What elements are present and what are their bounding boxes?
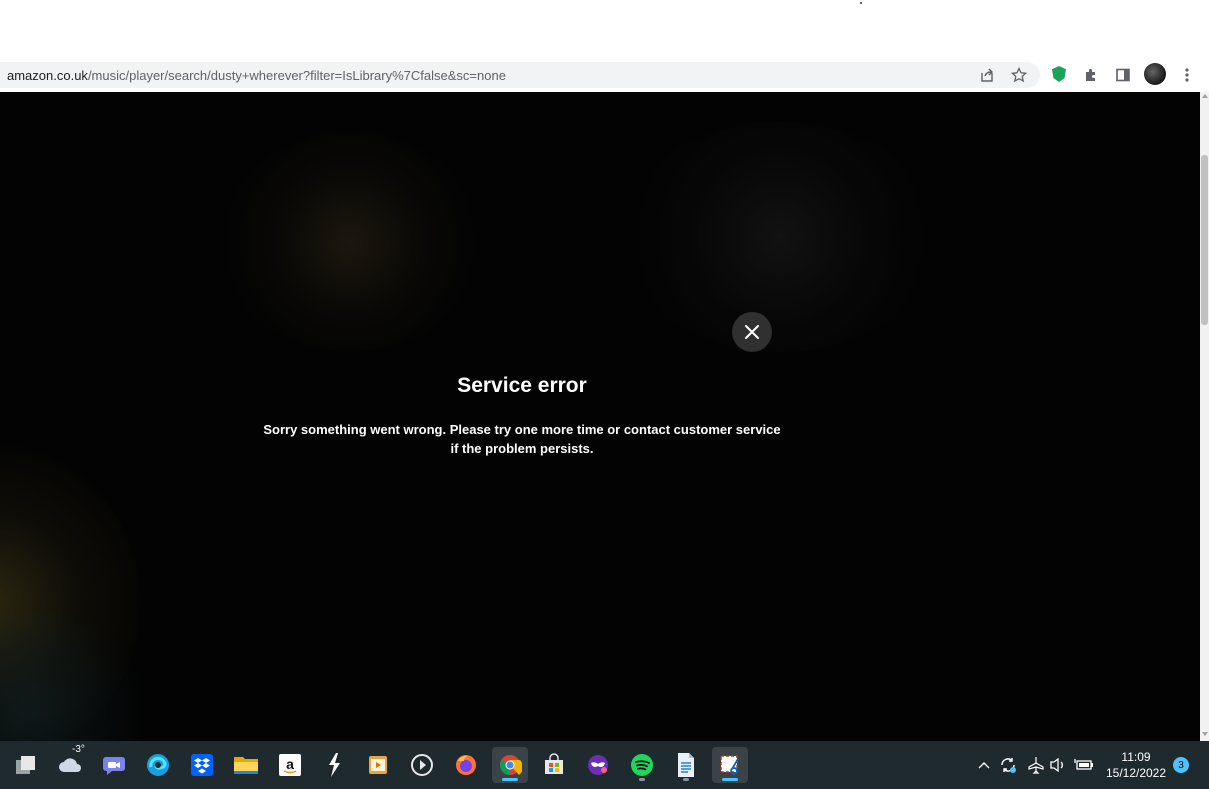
- notepad-document-icon[interactable]: [668, 747, 704, 783]
- file-explorer-icon[interactable]: [228, 747, 264, 783]
- amazon-icon[interactable]: a: [272, 747, 308, 783]
- task-view-icon[interactable]: [8, 747, 44, 783]
- star-icon[interactable]: [1008, 64, 1030, 86]
- error-message-line: Sorry something went wrong. Please try o…: [263, 422, 781, 437]
- error-message-line: if the problem persists.: [450, 441, 594, 456]
- scrollbar-thumb[interactable]: [1201, 155, 1208, 325]
- battery-charging-icon[interactable]: [1072, 741, 1096, 789]
- notification-count-badge[interactable]: 3: [1173, 757, 1189, 773]
- error-message: Sorry something went wrong. Please try o…: [262, 420, 782, 458]
- microsoft-store-icon[interactable]: [536, 747, 572, 783]
- stray-dot: [860, 2, 862, 4]
- running-app-indicator: [683, 778, 689, 781]
- screen: amazon.co.uk/music/player/search/dusty+w…: [0, 0, 1209, 789]
- clock-date: 15/12/2022: [1105, 766, 1167, 780]
- volume-icon[interactable]: [1047, 741, 1069, 789]
- firefox-icon[interactable]: [448, 747, 484, 783]
- running-app-indicator: [722, 778, 738, 781]
- chrome-icon[interactable]: [492, 747, 528, 783]
- lightning-app-icon[interactable]: [316, 747, 352, 783]
- clock-time: 11:09: [1121, 750, 1151, 764]
- weather-temperature: -3°: [72, 744, 85, 755]
- address-bar[interactable]: amazon.co.uk/music/player/search/dusty+w…: [0, 62, 1040, 88]
- media-player-icon[interactable]: [404, 747, 440, 783]
- mask-app-icon[interactable]: [580, 747, 616, 783]
- window-top-strip: [0, 0, 1209, 60]
- dropbox-icon[interactable]: [184, 747, 220, 783]
- side-panel-icon[interactable]: [1112, 64, 1134, 86]
- url-text[interactable]: amazon.co.uk/music/player/search/dusty+w…: [7, 68, 506, 83]
- profile-avatar[interactable]: [1144, 63, 1166, 85]
- windows-taskbar: -3° a 11:09 15/12/2022: [0, 741, 1209, 789]
- active-app-indicator: [502, 778, 518, 781]
- background-blur: [620, 122, 940, 352]
- airplane-mode-icon[interactable]: [1024, 741, 1048, 789]
- close-icon: [745, 325, 759, 339]
- running-app-indicator: [639, 778, 645, 781]
- teams-chat-icon[interactable]: [96, 747, 132, 783]
- scroll-up-arrow-icon[interactable]: [1202, 94, 1208, 98]
- svg-text:a: a: [286, 756, 294, 772]
- music-player-page: [0, 92, 1200, 741]
- video-player-icon[interactable]: [360, 747, 396, 783]
- close-dialog-button[interactable]: [732, 312, 772, 352]
- puzzle-extensions-icon[interactable]: [1080, 64, 1102, 86]
- kebab-menu-icon[interactable]: [1176, 64, 1198, 86]
- sync-icon[interactable]: [996, 741, 1020, 789]
- snipping-tool-icon[interactable]: [712, 747, 748, 783]
- background-blur: [220, 132, 480, 352]
- show-hidden-icons-chevron-up-icon[interactable]: [974, 741, 994, 789]
- url-host: amazon.co.uk: [7, 68, 88, 83]
- url-path: /music/player/search/dusty+wherever?filt…: [87, 68, 506, 83]
- scroll-down-arrow-icon[interactable]: [1202, 732, 1208, 736]
- share-icon[interactable]: [976, 64, 998, 86]
- taskbar-clock[interactable]: 11:09 15/12/2022: [1100, 749, 1172, 781]
- edge-icon[interactable]: [140, 747, 176, 783]
- error-title: Service error: [457, 374, 587, 397]
- spotify-icon[interactable]: [624, 747, 660, 783]
